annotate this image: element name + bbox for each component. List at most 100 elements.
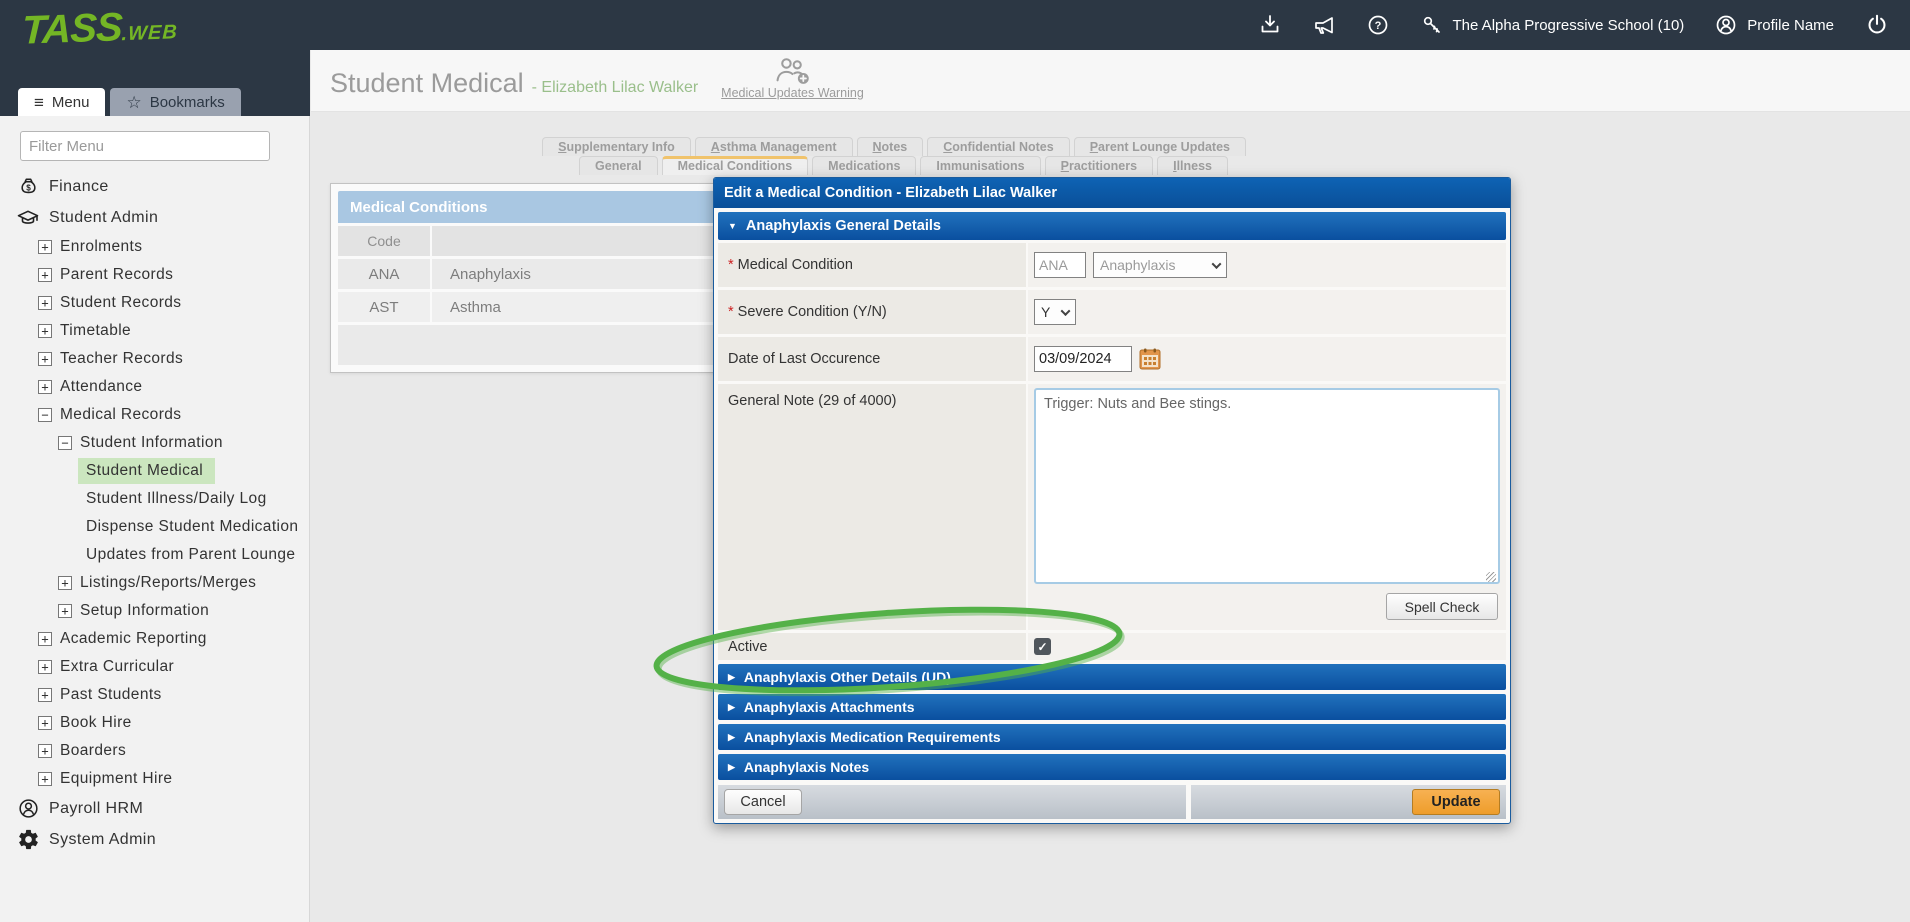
gear-icon xyxy=(16,828,40,851)
tab-medications[interactable]: Medications xyxy=(812,156,916,175)
sidebar-item-label: Boarders xyxy=(60,742,126,760)
svg-text:?: ? xyxy=(1374,20,1381,32)
profile-name: Profile Name xyxy=(1747,17,1834,34)
expand-icon[interactable]: + xyxy=(38,380,52,394)
accordion-anaphylaxis-medication-requirements[interactable]: ▶ Anaphylaxis Medication Requirements xyxy=(718,724,1506,750)
grad-cap-icon xyxy=(16,206,40,230)
medical-updates-warning-link[interactable]: Medical Updates Warning xyxy=(705,55,880,100)
sidebar-item-past-students[interactable]: +Past Students xyxy=(0,681,309,709)
tab-supplementary-info[interactable]: Supplementary Info xyxy=(542,137,691,156)
tab-immunisations[interactable]: Immunisations xyxy=(920,156,1040,175)
school-name: The Alpha Progressive School (10) xyxy=(1453,17,1685,34)
sidebar-item-attendance[interactable]: +Attendance xyxy=(0,373,309,401)
filter-menu-input[interactable] xyxy=(20,131,270,161)
sidebar-item-parent-records[interactable]: +Parent Records xyxy=(0,261,309,289)
sidebar-item-dispense-student-medication[interactable]: Dispense Student Medication xyxy=(0,513,309,541)
sidebar-item-setup-information[interactable]: +Setup Information xyxy=(0,597,309,625)
sidebar-item-payroll-hrm[interactable]: Payroll HRM xyxy=(0,793,309,824)
general-note-textarea[interactable]: Trigger: Nuts and Bee stings. xyxy=(1034,388,1500,584)
accordion-label: Anaphylaxis Medication Requirements xyxy=(744,729,1001,745)
expand-icon[interactable]: + xyxy=(38,296,52,310)
update-button[interactable]: Update xyxy=(1412,789,1500,815)
accordion-anaphylaxis-attachments[interactable]: ▶Anaphylaxis Attachments xyxy=(718,694,1506,720)
hamburger-icon: ≡ xyxy=(34,94,44,111)
accordion-general-details[interactable]: ▼ Anaphylaxis General Details xyxy=(718,212,1506,240)
tab-notes[interactable]: Notes xyxy=(857,137,924,156)
tab-menu[interactable]: ≡ Menu xyxy=(18,88,105,116)
announcements-icon[interactable] xyxy=(1312,13,1336,37)
school-switcher[interactable]: The Alpha Progressive School (10) xyxy=(1420,13,1685,37)
sidebar-item-student-records[interactable]: + Student Records xyxy=(0,289,309,317)
expand-icon[interactable]: + xyxy=(58,576,72,590)
expand-icon[interactable]: + xyxy=(58,604,72,618)
expand-icon[interactable]: + xyxy=(38,688,52,702)
tab-general[interactable]: General xyxy=(579,156,658,175)
tab-asthma-management[interactable]: Asthma Management xyxy=(695,137,853,156)
expand-icon[interactable]: + xyxy=(38,716,52,730)
sidebar-item-student-admin[interactable]: Student Admin xyxy=(0,202,309,233)
sidebar-item-academic-reporting[interactable]: +Academic Reporting xyxy=(0,625,309,653)
expand-icon[interactable]: + xyxy=(38,268,52,282)
active-checkbox[interactable] xyxy=(1034,638,1051,655)
tab-confidential-notes[interactable]: Confidential Notes xyxy=(927,137,1069,156)
condition-code-input[interactable] xyxy=(1034,252,1086,278)
medical-updates-warning-label: Medical Updates Warning xyxy=(705,86,880,100)
key-icon xyxy=(1420,13,1444,37)
tab-parent-lounge-updates[interactable]: Parent Lounge Updates xyxy=(1074,137,1246,156)
sidebar-item-student-medical[interactable]: Student Medical xyxy=(0,457,309,485)
sidebar-item-label: Student Records xyxy=(60,294,181,312)
sidebar-item-student-illness-daily-log[interactable]: Student Illness/Daily Log xyxy=(0,485,309,513)
tab-illness[interactable]: Illness xyxy=(1157,156,1228,175)
sidebar-item-system-admin[interactable]: System Admin xyxy=(0,824,309,855)
accordion-anaphylaxis-other-details-ud[interactable]: ▶Anaphylaxis Other Details (UD) xyxy=(718,664,1506,690)
profile-icon xyxy=(1714,13,1738,37)
page-subtitle: - Elizabeth Lilac Walker xyxy=(532,79,699,97)
accordion-anaphylaxis-notes[interactable]: ▶Anaphylaxis Notes xyxy=(718,754,1506,780)
expand-icon[interactable]: + xyxy=(38,352,52,366)
tab-medical-conditions[interactable]: Medical Conditions xyxy=(662,156,809,175)
sidebar-item-updates-from-parent-lounge[interactable]: Updates from Parent Lounge xyxy=(0,541,309,569)
sidebar-item-medical-records[interactable]: −Medical Records xyxy=(0,401,309,429)
help-icon[interactable]: ? xyxy=(1366,13,1390,37)
resize-grip-icon[interactable] xyxy=(1486,572,1496,582)
severe-condition-label: * Severe Condition (Y/N) xyxy=(718,290,1026,334)
tabs-row-2: GeneralMedical ConditionsMedicationsImmu… xyxy=(540,156,1228,175)
condition-name-select[interactable]: Anaphylaxis xyxy=(1093,252,1227,278)
collapse-icon[interactable]: − xyxy=(58,436,72,450)
sidebar-item-extra-curricular[interactable]: +Extra Curricular xyxy=(0,653,309,681)
expand-icon[interactable]: + xyxy=(38,632,52,646)
sidebar-item-student-information[interactable]: −Student Information xyxy=(0,429,309,457)
sidebar-item-enrolments[interactable]: +Enrolments xyxy=(0,233,309,261)
date-input[interactable] xyxy=(1034,346,1132,372)
expand-icon[interactable]: + xyxy=(38,772,52,786)
collapse-icon[interactable]: − xyxy=(38,408,52,422)
severe-condition-row: * Severe Condition (Y/N) Y xyxy=(718,290,1506,334)
active-label: Active xyxy=(718,633,1026,660)
severe-condition-select[interactable]: Y xyxy=(1034,299,1076,325)
sidebar-item-label: Dispense Student Medication xyxy=(86,518,298,536)
spell-check-button[interactable]: Spell Check xyxy=(1386,593,1498,620)
calendar-icon[interactable] xyxy=(1139,348,1161,370)
sidebar-item-listings-reports-merges[interactable]: +Listings/Reports/Merges xyxy=(0,569,309,597)
expand-icon[interactable]: + xyxy=(38,744,52,758)
chevron-right-icon: ▶ xyxy=(728,732,735,743)
sidebar-item-label: Medical Records xyxy=(60,406,181,424)
sidebar-item-label: Student Admin xyxy=(49,209,158,227)
sidebar-item-teacher-records[interactable]: +Teacher Records xyxy=(0,345,309,373)
expand-icon[interactable]: + xyxy=(38,660,52,674)
sidebar-item-equipment-hire[interactable]: +Equipment Hire xyxy=(0,765,309,793)
sidebar-item-timetable[interactable]: +Timetable xyxy=(0,317,309,345)
tab-practitioners[interactable]: Practitioners xyxy=(1045,156,1153,175)
download-icon[interactable] xyxy=(1258,13,1282,37)
general-note-label: General Note (29 of 4000) xyxy=(718,384,1026,630)
condition-name-value: Anaphylaxis xyxy=(1100,257,1176,273)
logout-power-icon[interactable] xyxy=(1864,12,1890,38)
profile-menu[interactable]: Profile Name xyxy=(1714,13,1834,37)
sidebar-item-boarders[interactable]: + Boarders xyxy=(0,737,309,765)
tab-bookmarks[interactable]: ☆ Bookmarks xyxy=(110,88,240,116)
expand-icon[interactable]: + xyxy=(38,324,52,338)
sidebar-item-book-hire[interactable]: +Book Hire xyxy=(0,709,309,737)
cancel-button[interactable]: Cancel xyxy=(724,789,802,815)
sidebar-item-finance[interactable]: $Finance xyxy=(0,171,309,202)
expand-icon[interactable]: + xyxy=(38,240,52,254)
